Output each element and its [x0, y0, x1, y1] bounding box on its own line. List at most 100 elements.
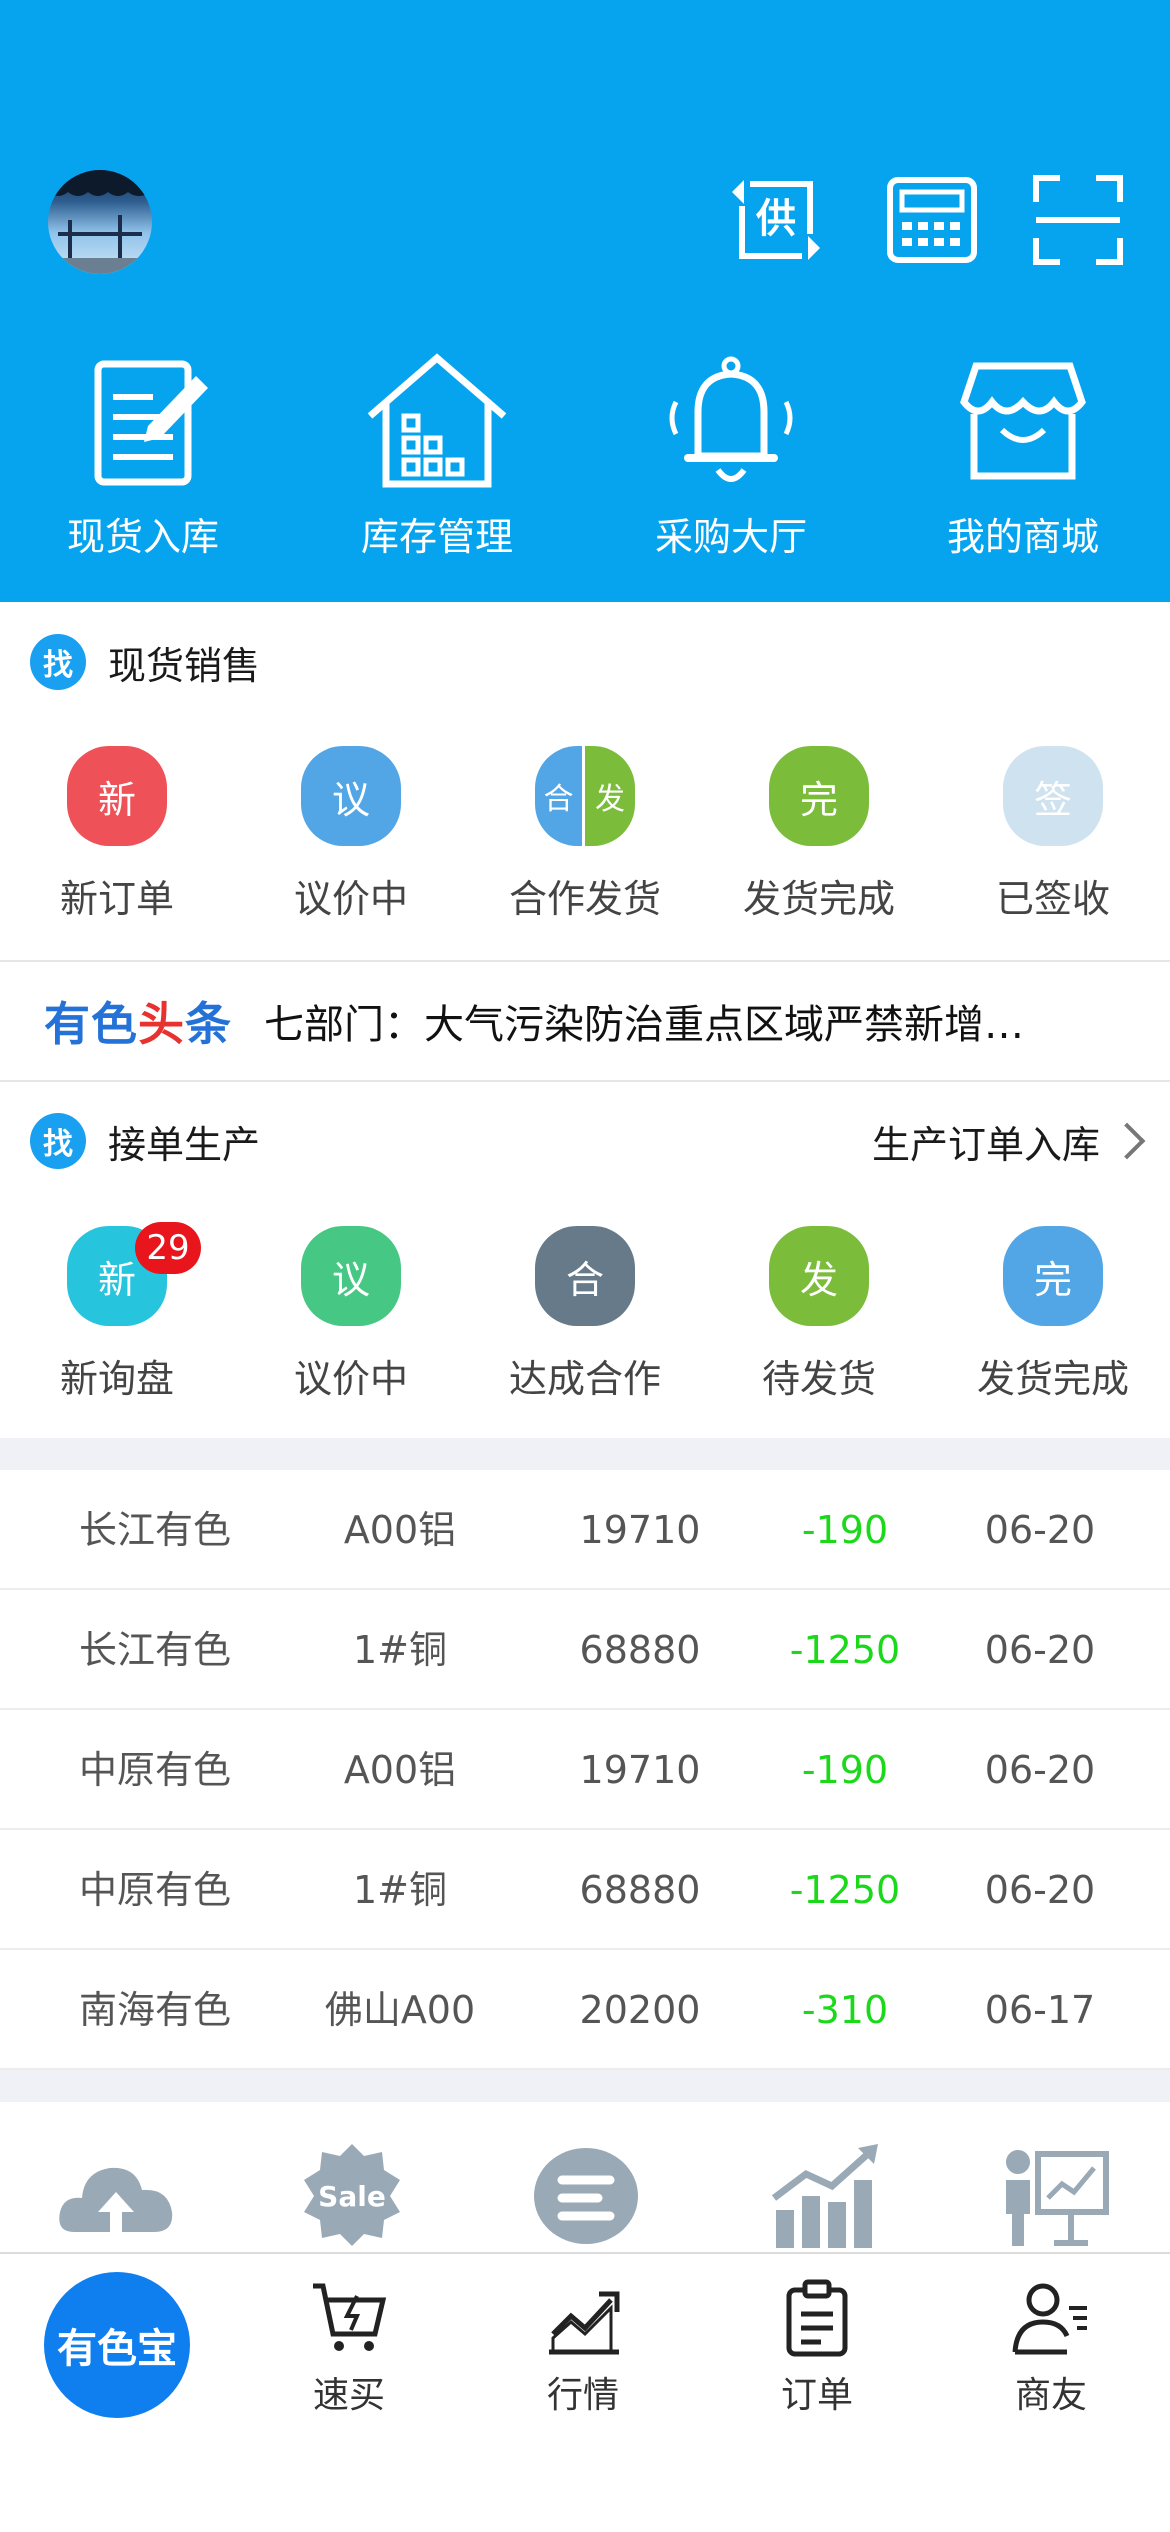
quick-action-inventory[interactable]: 库存管理 — [322, 346, 552, 566]
shipped-icon: 完 — [769, 746, 869, 846]
supply-exchange-icon[interactable]: 供 — [728, 172, 824, 268]
change-cell: -1250 — [789, 1628, 901, 1672]
change-cell: -190 — [801, 1508, 889, 1552]
cooperate-half: 合 — [535, 746, 585, 846]
news-ticker[interactable]: 有色头条 七部门：大气污染防治重点区域严禁新增… — [0, 960, 1170, 1082]
status-label: 已签收 — [995, 877, 1110, 921]
new-inquiry-glyph: 新 — [97, 1257, 136, 1302]
production-status-row: 新 29 新询盘 议 议价中 合 达成合作 发 待发货 完 发货完成 — [0, 1222, 1170, 1416]
production-header: 找 接单生产 — [30, 1111, 260, 1171]
quick-action-label: 库存管理 — [360, 515, 513, 559]
status-new-inquiry[interactable]: 新 29 新询盘 — [0, 1222, 234, 1403]
status-shipped[interactable]: 完 发货完成 — [702, 746, 936, 923]
growth-chart-icon[interactable] — [766, 2140, 886, 2250]
negotiating-icon: 议 — [301, 1226, 401, 1326]
status-label: 达成合作 — [508, 1357, 661, 1401]
status-cooperative-shipping[interactable]: 合 发 合作发货 — [468, 746, 702, 923]
find-badge-icon: 找 — [30, 634, 86, 690]
production-title: 接单生产 — [108, 1122, 261, 1167]
table-row[interactable]: 长江有色 1#铜 68880 -1250 06-20 — [0, 1590, 1170, 1710]
tab-market[interactable]: 行情 — [466, 2278, 700, 2418]
status-production-shipped[interactable]: 完 发货完成 — [936, 1226, 1170, 1403]
status-signed[interactable]: 签 已签收 — [936, 746, 1170, 923]
market-cell: 南海有色 — [78, 1988, 231, 2032]
table-row[interactable]: 长江有色 A00铝 19710 -190 06-20 — [0, 1470, 1170, 1590]
price-cell: 68880 — [579, 1628, 701, 1672]
tab-contacts[interactable]: 商友 — [934, 2278, 1168, 2418]
product-cell: A00铝 — [343, 1508, 457, 1552]
presentation-icon[interactable] — [996, 2140, 1116, 2250]
market-cell: 中原有色 — [78, 1748, 231, 1792]
warehouse-icon — [362, 346, 512, 496]
table-row[interactable]: 南海有色 佛山A00 20200 -310 06-17 — [0, 1950, 1170, 2070]
price-cell: 68880 — [579, 1868, 701, 1912]
section-divider — [0, 2070, 1170, 2102]
change-cell: -310 — [801, 1988, 889, 2032]
production-inbound-link[interactable]: 生产订单入库 — [871, 1111, 1146, 1171]
news-logo-part: 头 — [138, 997, 185, 1051]
calculator-icon[interactable] — [884, 172, 980, 268]
avatar[interactable] — [48, 170, 152, 274]
tab-label: 行情 — [546, 2375, 619, 2416]
cloud-upload-icon[interactable] — [56, 2140, 176, 2250]
sale-badge-icon[interactable]: Sale — [292, 2140, 412, 2250]
svg-text:Sale: Sale — [318, 2180, 386, 2213]
status-new-order[interactable]: 新 新订单 — [0, 746, 234, 923]
product-cell: 佛山A00 — [324, 1988, 476, 2032]
bottom-tab-bar: 有色宝 速买 行情 订单 商友 — [0, 2252, 1170, 2532]
scan-icon[interactable] — [1030, 172, 1126, 268]
quick-buy-cart-icon — [309, 2278, 389, 2358]
status-production-negotiating[interactable]: 议 议价中 — [234, 1226, 468, 1403]
news-headline[interactable]: 七部门：大气污染防治重点区域严禁新增… — [264, 992, 1104, 1050]
product-cell: A00铝 — [343, 1748, 457, 1792]
cooperative-shipping-icon: 合 发 — [535, 746, 635, 846]
tab-orders[interactable]: 订单 — [700, 2278, 934, 2418]
date-cell: 06-20 — [984, 1628, 1096, 1672]
news-logo-part: 条 — [185, 997, 232, 1051]
status-negotiating[interactable]: 议 议价中 — [234, 746, 468, 923]
e-logo-icon[interactable] — [526, 2140, 646, 2250]
spot-sales-header: 找 现货销售 — [30, 632, 260, 692]
status-label: 新询盘 — [59, 1357, 174, 1401]
pending-shipment-icon: 发 — [769, 1226, 869, 1326]
table-row[interactable]: 中原有色 1#铜 68880 -1250 06-20 — [0, 1830, 1170, 1950]
header: 供 现货入库 库存管理 采购大厅 我的商城 — [0, 0, 1170, 602]
home-tab-button[interactable]: 有色宝 — [44, 2272, 190, 2418]
product-cell: 1#铜 — [352, 1628, 448, 1672]
status-label: 合作发货 — [508, 877, 661, 921]
avatar-photo — [48, 170, 152, 274]
quick-action-label: 采购大厅 — [654, 515, 807, 559]
news-logo-part: 有色 — [44, 997, 138, 1051]
find-badge-icon: 找 — [30, 1113, 86, 1169]
deal-reached-icon: 合 — [535, 1226, 635, 1326]
order-clipboard-icon — [777, 2278, 857, 2358]
status-label: 待发货 — [761, 1357, 876, 1401]
table-row[interactable]: 中原有色 A00铝 19710 -190 06-20 — [0, 1710, 1170, 1830]
date-cell: 06-17 — [984, 1988, 1096, 2032]
quick-action-spot-inbound[interactable]: 现货入库 — [28, 346, 258, 566]
tab-label: 速买 — [312, 2375, 385, 2416]
product-cell: 1#铜 — [352, 1868, 448, 1912]
status-pending-shipment[interactable]: 发 待发货 — [702, 1226, 936, 1403]
quick-action-my-shop[interactable]: 我的商城 — [908, 346, 1138, 566]
status-label: 议价中 — [293, 1357, 408, 1401]
contacts-icon — [1011, 2278, 1091, 2358]
new-order-icon: 新 — [67, 746, 167, 846]
news-logo: 有色头条 — [44, 988, 232, 1054]
tab-quick-buy[interactable]: 速买 — [232, 2278, 466, 2418]
quick-action-purchase-hall[interactable]: 采购大厅 — [616, 346, 846, 566]
market-cell: 长江有色 — [78, 1628, 231, 1672]
status-deal-reached[interactable]: 合 达成合作 — [468, 1226, 702, 1403]
new-inquiry-icon: 新 29 — [67, 1222, 201, 1326]
bell-icon — [656, 346, 806, 496]
inquiry-count-badge: 29 — [135, 1222, 201, 1274]
date-cell: 06-20 — [984, 1508, 1096, 1552]
price-cell: 19710 — [579, 1748, 701, 1792]
section-divider — [0, 1438, 1170, 1470]
status-label: 发货完成 — [976, 1357, 1129, 1401]
quick-action-label: 我的商城 — [946, 515, 1099, 559]
shipped-icon: 完 — [1003, 1226, 1103, 1326]
status-label: 议价中 — [293, 877, 408, 921]
production-inbound-label: 生产订单入库 — [871, 1122, 1100, 1167]
market-cell: 长江有色 — [78, 1508, 231, 1552]
